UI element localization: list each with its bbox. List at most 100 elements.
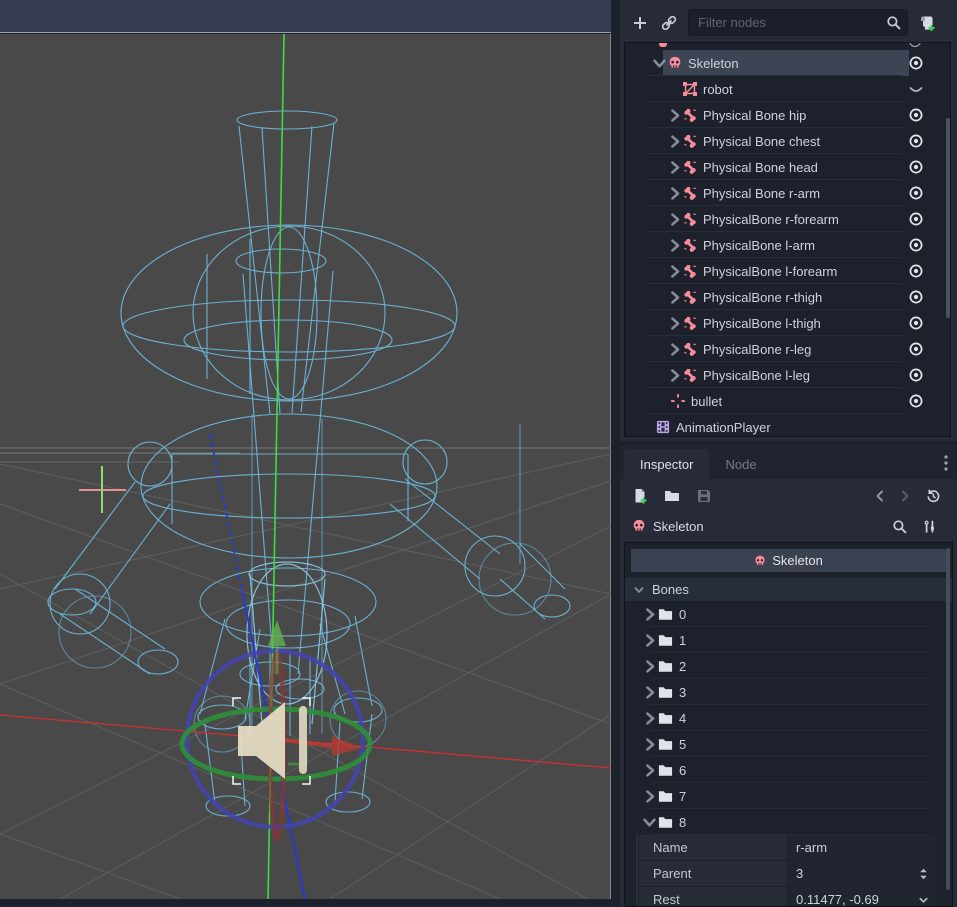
node-label[interactable]: AnimationPlayer	[676, 420, 771, 435]
bone-expand-arrow[interactable]	[641, 816, 658, 828]
gizmo-x-translate-arrow[interactable]	[283, 736, 362, 756]
visibility-toggle[interactable]	[908, 185, 924, 201]
bone-row[interactable]: 8	[625, 809, 952, 835]
property-value-field[interactable]: 0.11477, -0.69	[788, 887, 935, 907]
visibility-toggle[interactable]	[908, 263, 924, 279]
new-resource-button[interactable]	[632, 488, 648, 504]
scene-tree-row[interactable]: PhysicalBone l-thigh	[625, 310, 950, 336]
scene-tree-scrollbar[interactable]	[946, 118, 950, 318]
scene-tree-row[interactable]: Physical Bone hip	[625, 102, 950, 128]
expand-arrow[interactable]	[666, 109, 683, 121]
scene-tree-row[interactable]: PhysicalBone l-leg	[625, 362, 950, 388]
bone-row[interactable]: 2	[625, 653, 952, 679]
node-label[interactable]: PhysicalBone l-leg	[703, 368, 810, 383]
node-label[interactable]: PhysicalBone l-forearm	[703, 264, 837, 279]
node-label[interactable]: robot	[703, 82, 733, 97]
visibility-toggle[interactable]	[908, 55, 924, 71]
visibility-toggle[interactable]	[908, 341, 924, 357]
expand-arrow[interactable]	[651, 57, 668, 69]
tab-inspector[interactable]: Inspector	[624, 449, 709, 479]
scene-tree-row[interactable]: AnimationPlayer	[625, 414, 950, 437]
instance-scene-button[interactable]	[660, 14, 678, 32]
property-value[interactable]: 3	[796, 866, 803, 881]
bone-row[interactable]: 1	[625, 627, 952, 653]
scene-tree-row[interactable]: PhysicalBone r-thigh	[625, 284, 950, 310]
node-label[interactable]: Skeleton	[688, 56, 739, 71]
property-value-field[interactable]: 3	[788, 861, 935, 886]
bone-expand-arrow[interactable]	[641, 634, 658, 646]
expand-arrow[interactable]	[666, 317, 683, 329]
expand-arrow[interactable]	[666, 369, 683, 381]
scene-tree-row[interactable]: Skeleton	[625, 50, 950, 76]
expand-arrow[interactable]	[666, 265, 683, 277]
bone-expand-arrow[interactable]	[641, 686, 658, 698]
inspector-scrollbar[interactable]	[946, 548, 950, 890]
category-collapse-arrow[interactable]	[633, 584, 645, 596]
scene-tree-row[interactable]: bullet	[625, 388, 950, 414]
bone-expand-arrow[interactable]	[641, 660, 658, 672]
node-label[interactable]: PhysicalBone l-thigh	[703, 316, 821, 331]
bone-expand-arrow[interactable]	[641, 738, 658, 750]
3d-viewport-canvas[interactable]	[0, 34, 611, 899]
expand-arrow[interactable]	[666, 213, 683, 225]
property-control-icon[interactable]	[918, 842, 929, 854]
scene-tree-row[interactable]: PhysicalBone r-forearm	[625, 206, 950, 232]
property-search-icon[interactable]	[892, 519, 907, 534]
bone-row[interactable]: 0	[625, 601, 952, 627]
property-control-icon[interactable]	[918, 894, 929, 906]
bone-row[interactable]: 4	[625, 705, 952, 731]
visibility-toggle[interactable]	[908, 159, 924, 175]
property-value[interactable]: 0.11477, -0.69	[796, 892, 879, 907]
object-history-button[interactable]	[925, 488, 941, 504]
node-label[interactable]: PhysicalBone r-thigh	[703, 290, 822, 305]
expand-arrow[interactable]	[666, 291, 683, 303]
visibility-toggle[interactable]	[908, 237, 924, 253]
property-value-field[interactable]: r-arm	[788, 835, 935, 860]
add-node-button[interactable]	[632, 15, 648, 31]
node-label[interactable]: PhysicalBone r-leg	[703, 342, 811, 357]
node-label[interactable]: PhysicalBone r-forearm	[703, 212, 839, 227]
bone-expand-arrow[interactable]	[641, 790, 658, 802]
scene-tree-row[interactable]: Physical Bone head	[625, 154, 950, 180]
visibility-toggle[interactable]	[908, 315, 924, 331]
visibility-toggle[interactable]	[908, 81, 924, 97]
category-bones[interactable]: Bones	[625, 578, 952, 601]
visibility-toggle[interactable]	[908, 107, 924, 123]
filter-nodes-input[interactable]	[688, 9, 908, 36]
visibility-toggle[interactable]	[908, 133, 924, 149]
attach-script-button[interactable]	[918, 15, 935, 32]
property-value[interactable]: r-arm	[796, 840, 827, 855]
scene-tree-row[interactable]: PhysicalBone r-leg	[625, 336, 950, 362]
bone-row[interactable]: 3	[625, 679, 952, 705]
expand-arrow[interactable]	[666, 343, 683, 355]
tab-node[interactable]: Node	[709, 449, 772, 479]
scene-tree-row[interactable]: PhysicalBone l-arm	[625, 232, 950, 258]
node-label[interactable]: bullet	[691, 394, 722, 409]
expand-arrow[interactable]	[666, 161, 683, 173]
bone-expand-arrow[interactable]	[641, 712, 658, 724]
bone-expand-arrow[interactable]	[641, 764, 658, 776]
dock-menu-icon[interactable]	[943, 454, 949, 472]
bone-row[interactable]: 6	[625, 757, 952, 783]
bone-row[interactable]: 5	[625, 731, 952, 757]
scene-tree-row[interactable]: robot	[625, 76, 950, 102]
bone-expand-arrow[interactable]	[641, 608, 658, 620]
visibility-toggle[interactable]	[908, 289, 924, 305]
node-label[interactable]: Physical Bone chest	[703, 134, 820, 149]
node-label[interactable]: Physical Bone hip	[703, 108, 806, 123]
scene-tree-row[interactable]: PhysicalBone l-forearm	[625, 258, 950, 284]
save-resource-button[interactable]	[696, 488, 712, 504]
scene-tree-row[interactable]: Physical Bone r-arm	[625, 180, 950, 206]
scene-tree-row[interactable]: Physical Bone chest	[625, 128, 950, 154]
object-tools-icon[interactable]	[922, 519, 937, 534]
visibility-toggle[interactable]	[908, 367, 924, 383]
load-resource-button[interactable]	[664, 488, 680, 504]
visibility-toggle[interactable]	[908, 393, 924, 409]
expand-arrow[interactable]	[666, 239, 683, 251]
bone-row[interactable]: 7	[625, 783, 952, 809]
node-label[interactable]: PhysicalBone l-arm	[703, 238, 815, 253]
node-label[interactable]: Physical Bone r-arm	[703, 186, 820, 201]
property-control-icon[interactable]	[918, 868, 929, 880]
visibility-toggle[interactable]	[908, 211, 924, 227]
expand-arrow[interactable]	[666, 135, 683, 147]
